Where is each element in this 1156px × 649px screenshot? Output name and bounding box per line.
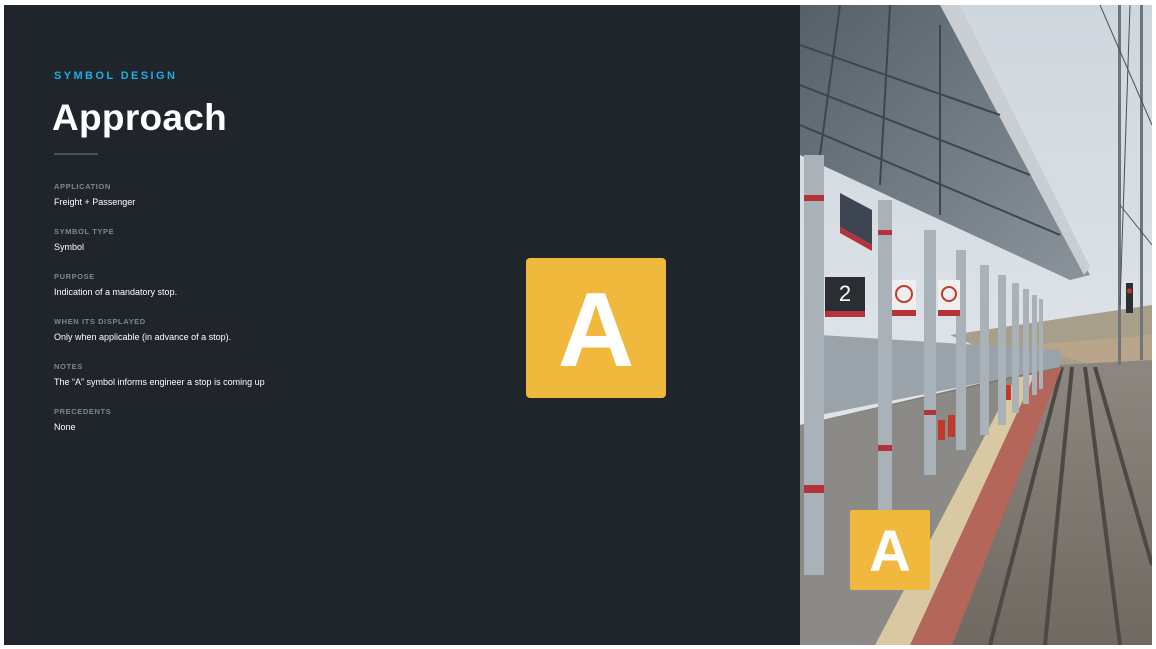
field-value: Freight + Passenger — [54, 197, 136, 207]
field-label: PURPOSE — [54, 272, 95, 281]
platform-number-strip — [825, 311, 865, 317]
approach-symbol: A — [526, 258, 666, 398]
platform-number-sign: 2 — [825, 277, 865, 311]
approach-symbol-letter: A — [557, 271, 635, 389]
field-notes: NOTES The “A” symbol informs engineer a … — [54, 361, 474, 406]
page-title: Approach — [52, 97, 228, 138]
field-value: The “A” symbol informs engineer a stop i… — [54, 377, 265, 387]
field-precedents: PRECEDENTS None — [54, 406, 474, 451]
slide: SYMBOL DESIGN Approach APPLICATION Freig… — [4, 5, 1152, 645]
info-panel: SYMBOL DESIGN Approach APPLICATION Freig… — [4, 5, 800, 645]
approach-symbol-overlay: A — [850, 510, 930, 590]
section-kicker: SYMBOL DESIGN — [54, 70, 178, 82]
field-value: Symbol — [54, 242, 85, 252]
field-application: APPLICATION Freight + Passenger — [54, 181, 474, 226]
field-purpose: PURPOSE Indication of a mandatory stop. — [54, 271, 474, 316]
field-label: APPLICATION — [54, 182, 111, 191]
field-value: Indication of a mandatory stop. — [54, 287, 178, 297]
field-list: APPLICATION Freight + Passenger SYMBOL T… — [54, 181, 474, 451]
field-label: NOTES — [54, 362, 83, 371]
field-symbol-type: SYMBOL TYPE Symbol — [54, 226, 474, 271]
field-label: WHEN ITS DISPLAYED — [54, 317, 146, 326]
approach-symbol-overlay-letter: A — [869, 518, 911, 584]
field-label: SYMBOL TYPE — [54, 227, 115, 236]
field-value: Only when applicable (in advance of a st… — [54, 332, 232, 342]
field-value: None — [54, 422, 76, 432]
field-when-displayed: WHEN ITS DISPLAYED Only when applicable … — [54, 316, 474, 361]
title-divider — [54, 153, 98, 155]
field-label: PRECEDENTS — [54, 407, 112, 416]
platform-photo: 2 A — [800, 5, 1152, 645]
